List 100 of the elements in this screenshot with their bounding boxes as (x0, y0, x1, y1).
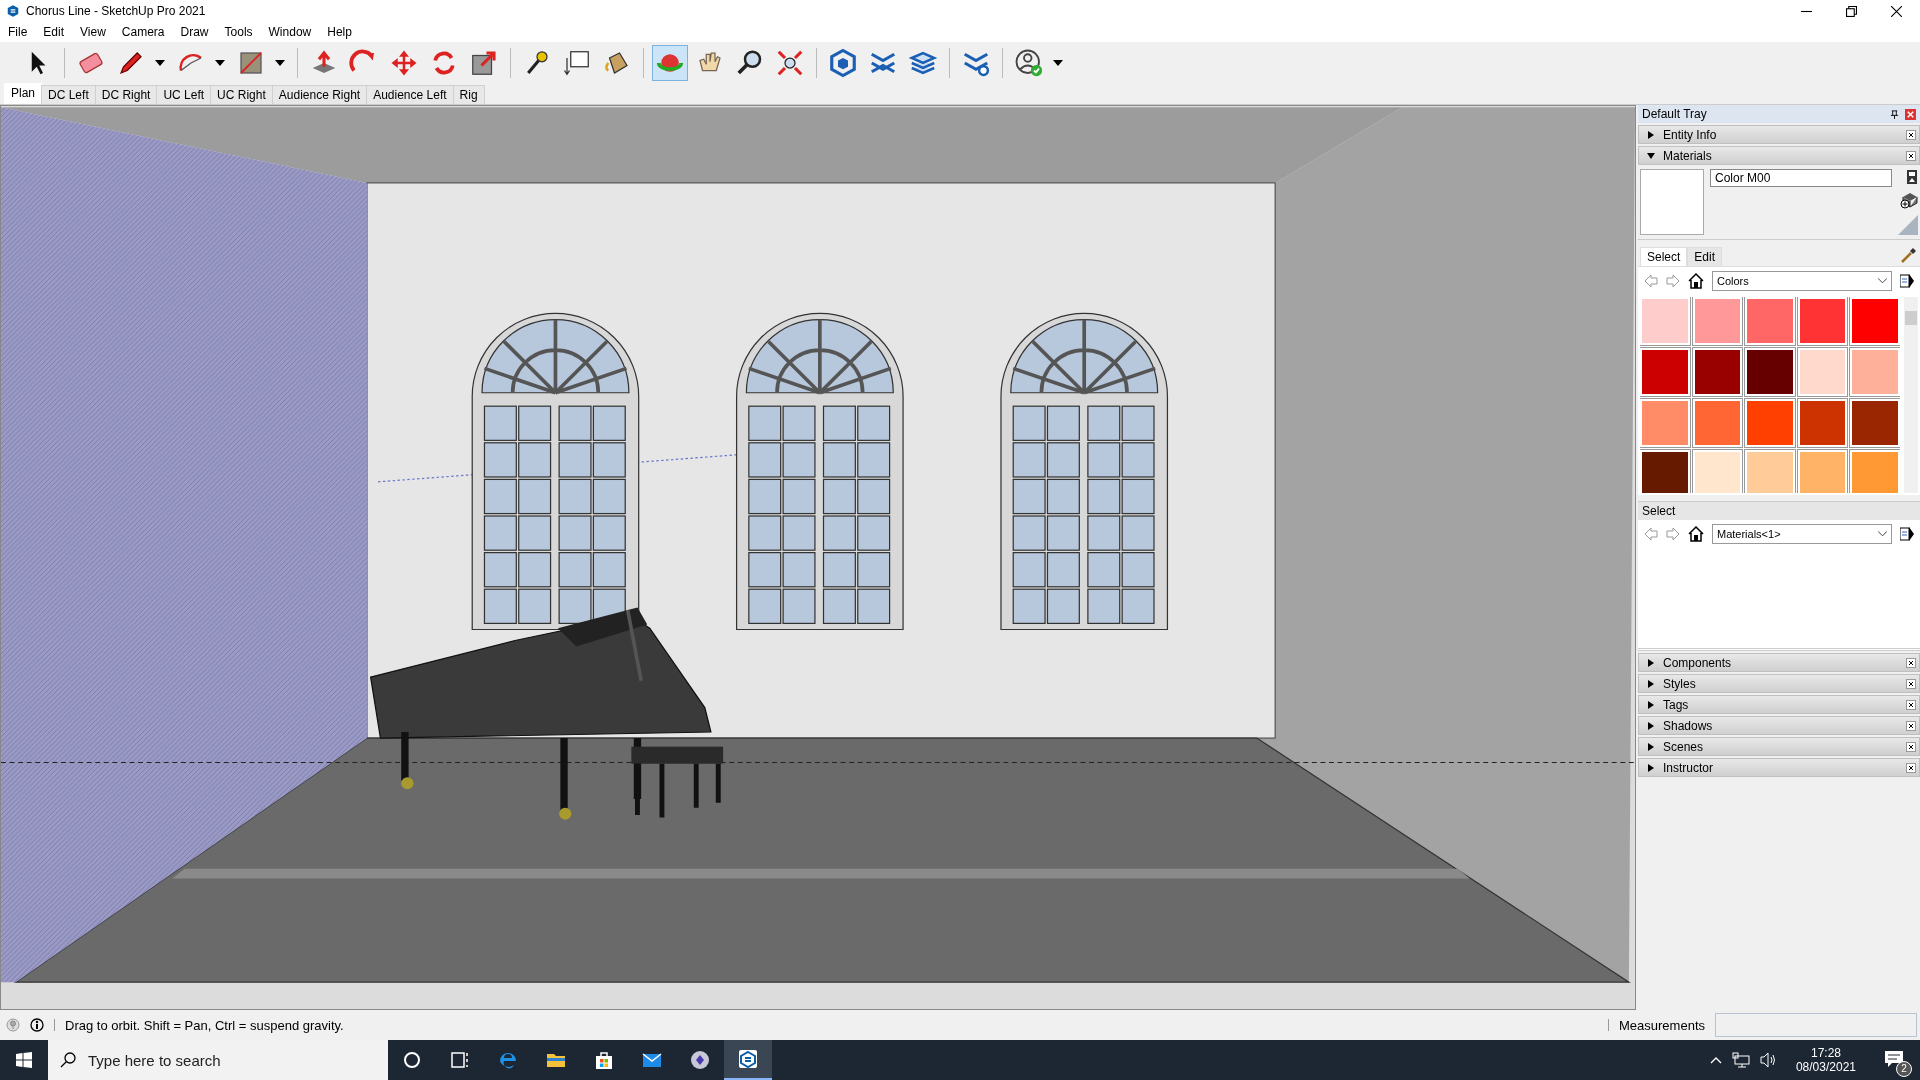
menu-item[interactable]: Window (268, 25, 312, 39)
panel-title: Shadows (1663, 718, 1714, 733)
panel-header[interactable]: Styles (1638, 674, 1920, 693)
scrollbar[interactable] (1904, 297, 1918, 493)
close-icon[interactable] (1906, 762, 1916, 773)
materials-tab[interactable]: Edit (1687, 247, 1723, 266)
close-icon[interactable] (1906, 720, 1916, 731)
back-arrow-icon[interactable] (1644, 527, 1658, 541)
color-swatch[interactable] (1850, 450, 1900, 493)
close-icon[interactable] (1906, 741, 1916, 752)
panel-title: Entity Info (1663, 127, 1718, 142)
close-icon[interactable] (1906, 657, 1916, 668)
close-icon[interactable] (1891, 5, 1902, 17)
menu-item[interactable]: View (80, 25, 106, 39)
color-swatch[interactable] (1850, 348, 1900, 396)
caret-icon[interactable] (215, 60, 225, 66)
paint-sample-icon[interactable] (1906, 169, 1918, 185)
home-icon[interactable] (1688, 526, 1704, 542)
color-swatch[interactable] (1640, 297, 1690, 345)
restore-icon[interactable] (1846, 5, 1857, 17)
color-swatch[interactable] (1850, 399, 1900, 447)
color-swatch[interactable] (1692, 450, 1743, 493)
forward-arrow-icon[interactable] (1666, 274, 1680, 288)
chevron-down-icon (1878, 278, 1887, 284)
pin-icon[interactable] (1890, 109, 1899, 119)
orbit-icon[interactable] (652, 45, 688, 81)
color-swatch[interactable] (1640, 399, 1690, 447)
caret-icon[interactable] (1053, 60, 1063, 66)
color-swatch[interactable] (1797, 450, 1848, 493)
info-icon[interactable] (30, 1018, 44, 1032)
panel-title: Components (1663, 655, 1733, 670)
scene-tab[interactable]: Audience Right (271, 85, 368, 104)
cube-app-icon (6, 4, 20, 18)
chevron-up-icon[interactable] (1709, 1056, 1722, 1064)
taskbar-app-button[interactable] (724, 1040, 772, 1080)
material-preview (1640, 169, 1704, 235)
measurements-field[interactable] (1715, 1013, 1917, 1037)
color-swatch[interactable] (1692, 399, 1743, 447)
speaker-icon[interactable] (1759, 1052, 1778, 1068)
notification-count-badge: 2 (1896, 1060, 1912, 1077)
clock[interactable]: 17:28 08/03/2021 (1787, 1046, 1864, 1074)
color-swatch[interactable] (1745, 399, 1795, 447)
color-swatch[interactable] (1640, 450, 1690, 493)
panel-header[interactable]: Tags (1638, 695, 1920, 714)
back-arrow-icon[interactable] (1644, 274, 1658, 288)
color-swatch[interactable] (1692, 348, 1743, 396)
location-pin-icon[interactable] (6, 1018, 20, 1032)
caret-icon[interactable] (155, 60, 165, 66)
menu-item[interactable]: File (8, 25, 28, 39)
color-swatch[interactable] (1745, 297, 1795, 345)
panel-header[interactable]: Entity Info (1638, 125, 1920, 144)
close-icon[interactable] (1906, 150, 1916, 161)
close-icon[interactable] (1906, 678, 1916, 689)
create-material-icon[interactable] (1900, 191, 1918, 209)
network-icon[interactable] (1731, 1052, 1750, 1068)
panel-header[interactable]: Shadows (1638, 716, 1920, 735)
close-icon[interactable] (1906, 699, 1916, 710)
scene-tab[interactable]: Rig (452, 85, 485, 104)
scene-tab[interactable]: DC Left (41, 85, 96, 104)
tray-title: Default Tray (1642, 107, 1708, 121)
menu-item[interactable]: Draw (180, 25, 209, 39)
window-title: Chorus Line - SketchUp Pro 2021 (26, 4, 206, 18)
color-swatch[interactable] (1797, 348, 1848, 396)
menu-item[interactable]: Camera (121, 25, 165, 39)
close-icon[interactable] (1906, 129, 1916, 140)
forward-arrow-icon[interactable] (1666, 527, 1680, 541)
panel-header[interactable]: Materials (1638, 146, 1920, 165)
home-icon[interactable] (1688, 273, 1704, 289)
panel-header[interactable]: Components (1638, 653, 1920, 672)
panel-title: Tags (1663, 697, 1690, 712)
scene-tab[interactable]: Audience Left (366, 85, 454, 104)
scene-tab[interactable]: Plan (4, 83, 43, 104)
details-arrow-icon[interactable] (1900, 273, 1914, 289)
panel-header[interactable]: Instructor (1638, 758, 1920, 777)
panel-title: Scenes (1663, 739, 1705, 754)
color-swatch[interactable] (1692, 297, 1743, 345)
material-name-field[interactable]: Color M00 (1710, 169, 1892, 187)
cube-app-icon (736, 1047, 760, 1071)
color-swatch[interactable] (1745, 450, 1795, 493)
chevron-down-icon (1878, 531, 1887, 537)
eyedropper-icon[interactable] (1900, 246, 1918, 264)
panel-header[interactable]: Scenes (1638, 737, 1920, 756)
menu-item[interactable]: Tools (224, 25, 253, 39)
color-swatch[interactable] (1850, 297, 1900, 345)
color-swatch[interactable] (1745, 348, 1795, 396)
panel-title: Styles (1663, 676, 1697, 691)
details-arrow-icon[interactable] (1900, 526, 1914, 542)
scene-tab[interactable]: DC Right (94, 85, 158, 104)
scene-tab[interactable]: UC Left (156, 85, 212, 104)
library-dropdown[interactable]: Colors (1712, 271, 1892, 291)
menu-item[interactable]: Edit (43, 25, 65, 39)
color-swatch[interactable] (1797, 297, 1848, 345)
caret-icon[interactable] (275, 60, 285, 66)
color-swatch[interactable] (1797, 399, 1848, 447)
materials-tab[interactable]: Select (1640, 247, 1688, 266)
menu-item[interactable]: Help (327, 25, 352, 39)
color-swatch[interactable] (1640, 348, 1690, 396)
scene-tab[interactable]: UC Right (210, 85, 273, 104)
taskbar-search-field[interactable]: Type here to search (48, 1040, 388, 1080)
library-dropdown[interactable]: Materials<1> (1712, 524, 1892, 544)
